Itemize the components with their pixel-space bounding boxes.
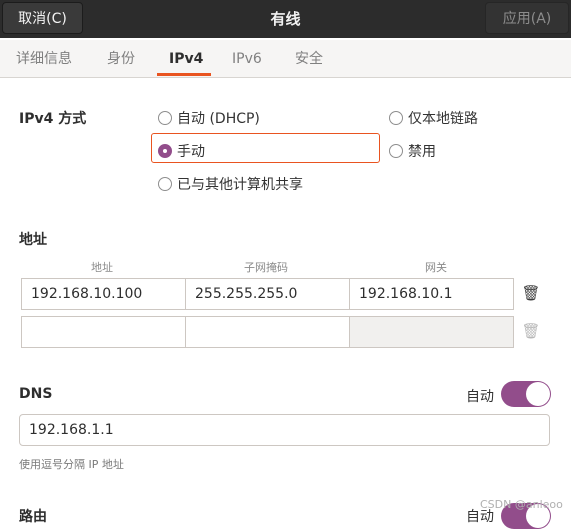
- address-section-label: 地址: [19, 232, 47, 248]
- trash-icon: 🗑: [521, 322, 541, 340]
- radio-auto-dhcp[interactable]: 自动 (DHCP): [158, 108, 260, 128]
- tab-ipv4[interactable]: IPv4: [169, 40, 203, 77]
- radio-on-icon: [158, 144, 172, 158]
- radio-disable[interactable]: 禁用: [389, 141, 436, 161]
- dns-hint: 使用逗号分隔 IP 地址: [19, 458, 124, 471]
- dns-input[interactable]: 192.168.1.1: [19, 414, 550, 446]
- radio-off-icon: [158, 177, 172, 191]
- tab-security[interactable]: 安全: [295, 40, 323, 77]
- gateway-input[interactable]: 192.168.10.1: [349, 278, 514, 310]
- watermark: CSDN @anleoo: [480, 498, 563, 511]
- radio-link-local-label: 仅本地链路: [408, 111, 478, 127]
- tab-details[interactable]: 详细信息: [16, 40, 72, 77]
- address-input[interactable]: 192.168.10.100: [21, 278, 186, 310]
- apply-button[interactable]: 应用(A): [485, 2, 569, 34]
- radio-manual[interactable]: 手动: [158, 141, 205, 161]
- ipv4-method-label: IPv4 方式: [19, 111, 87, 127]
- gateway-input[interactable]: [349, 316, 514, 348]
- dns-label: DNS: [19, 386, 53, 402]
- header-bar: 取消(C) 有线 应用(A): [0, 0, 571, 38]
- tab-ipv6[interactable]: IPv6: [232, 40, 262, 77]
- radio-disable-label: 禁用: [408, 144, 436, 160]
- radio-shared-label: 已与其他计算机共享: [177, 177, 303, 193]
- radio-off-icon: [389, 111, 403, 125]
- trash-icon[interactable]: 🗑: [516, 284, 546, 302]
- tab-bar: 详细信息 身份 IPv4 IPv6 安全: [0, 40, 571, 78]
- toggle-knob: [526, 382, 550, 406]
- radio-auto-dhcp-label: 自动 (DHCP): [177, 111, 260, 127]
- radio-off-icon: [158, 111, 172, 125]
- radio-shared[interactable]: 已与其他计算机共享: [158, 174, 303, 194]
- column-header-address: 地址: [91, 261, 113, 274]
- netmask-input[interactable]: 255.255.255.0: [185, 278, 350, 310]
- radio-link-local[interactable]: 仅本地链路: [389, 108, 478, 128]
- tab-identity[interactable]: 身份: [107, 40, 135, 77]
- column-header-netmask: 子网掩码: [244, 261, 288, 274]
- radio-manual-label: 手动: [177, 144, 205, 160]
- dns-auto-toggle[interactable]: [501, 381, 551, 407]
- dns-auto-label: 自动: [466, 389, 494, 405]
- radio-off-icon: [389, 144, 403, 158]
- address-input[interactable]: [21, 316, 186, 348]
- netmask-input[interactable]: [185, 316, 350, 348]
- routes-label: 路由: [19, 509, 47, 525]
- active-tab-indicator: [157, 73, 211, 76]
- column-header-gateway: 网关: [425, 261, 447, 274]
